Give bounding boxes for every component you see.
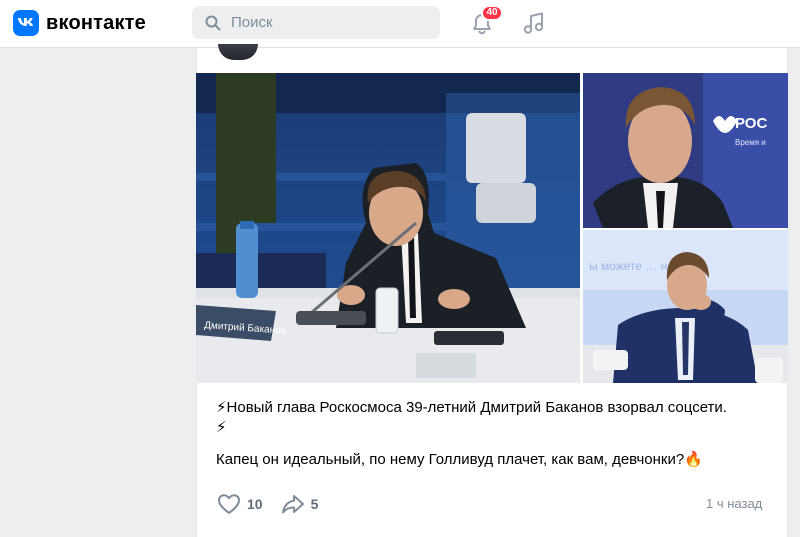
- heart-icon: [218, 494, 240, 514]
- like-button[interactable]: 10: [217, 493, 263, 515]
- banner-text-top: РОС: [735, 115, 767, 132]
- post-text-line1-emoji: ⚡: [216, 419, 227, 436]
- post-timestamp[interactable]: 1 ч назад: [706, 496, 762, 511]
- post-photo-main[interactable]: Дмитрий Баканов: [196, 73, 580, 383]
- share-button[interactable]: 5: [281, 493, 319, 515]
- top-navigation-bar: вконтакте 40: [0, 0, 800, 48]
- banner-text-top2: Время и: [735, 138, 766, 147]
- post-photo-portrait[interactable]: РОС Время и: [583, 73, 788, 228]
- vk-logo[interactable]: вконтакте: [13, 10, 146, 36]
- share-arrow-icon: [281, 495, 304, 514]
- logo-wordmark: вконтакте: [46, 11, 146, 34]
- search-icon: [205, 15, 221, 30]
- post-actions: 10 5: [217, 493, 336, 515]
- like-count: 10: [247, 496, 263, 512]
- notifications-badge: 40: [481, 5, 503, 21]
- post-text-line1: ⚡Новый глава Роскосмоса 39-летний Дмитри…: [216, 399, 727, 416]
- post-photo-grid: Дмитрий Баканов РОС Время и ы можете … н…: [196, 73, 788, 383]
- vk-logo-icon: [13, 10, 39, 36]
- post-text-headline: ⚡Новый глава Роскосмоса 39-летний Дмитри…: [216, 398, 776, 438]
- search-box[interactable]: [192, 6, 440, 39]
- music-icon[interactable]: [523, 11, 545, 35]
- search-input[interactable]: [229, 13, 423, 32]
- share-count: 5: [310, 496, 319, 512]
- post-photo-seated[interactable]: ы можете … наше: [583, 230, 788, 383]
- post-text-comment: Капец он идеальный, по нему Голливуд пла…: [216, 451, 703, 468]
